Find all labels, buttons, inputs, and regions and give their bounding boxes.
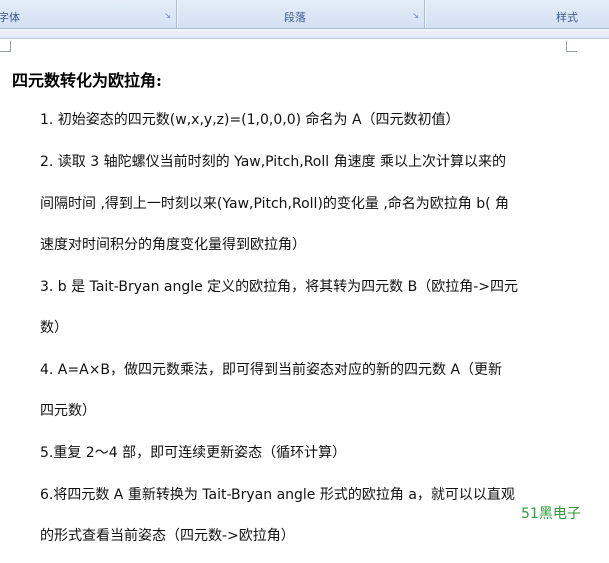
text-line: 四元数）	[40, 403, 96, 419]
right-margin-mark	[566, 41, 577, 52]
text-line: 1. 初始姿态的四元数(w,x,y,z)=(1,0,0,0) 命名为 A（四元数…	[40, 112, 460, 128]
ribbon-group-styles: 样式	[429, 0, 609, 28]
left-margin-mark	[0, 41, 11, 52]
text-line: 的形式查看当前姿态（四元数->欧拉角）	[40, 528, 295, 544]
styles-group-label: 样式	[556, 11, 578, 24]
text-line: 速度对时间积分的角度变化量得到欧拉角）	[40, 237, 306, 253]
watermark: 51黑电子	[521, 506, 581, 522]
ribbon: 字体 ↘ 段落 ↘ 样式	[0, 0, 609, 29]
ribbon-group-paragraph: 段落 ↘	[181, 0, 425, 28]
document-heading: 四元数转化为欧拉角:	[12, 71, 162, 90]
text-line: 6.将四元数 A 重新转换为 Tait-Bryan angle 形式的欧拉角 a…	[40, 487, 515, 503]
text-line: 3. b 是 Tait-Bryan angle 定义的欧拉角，将其转为四元数 B…	[40, 279, 519, 295]
text-line: 5.重复 2～4 部，即可连续更新姿态（循环计算）	[40, 445, 347, 461]
paragraph-group-label: 段落	[284, 11, 306, 24]
text-line: 数）	[40, 320, 68, 336]
document-page[interactable]: 四元数转化为欧拉角: 1. 初始姿态的四元数(w,x,y,z)=(1,0,0,0…	[0, 39, 609, 563]
text-line: 间隔时间 ,得到上一时刻以来(Yaw,Pitch,Roll)的变化量 ,命名为欧…	[40, 196, 510, 212]
dialog-launcher-icon[interactable]: ↘	[411, 12, 420, 20]
horizontal-ruler[interactable]	[0, 29, 609, 39]
text-line: 2. 读取 3 轴陀螺仪当前时刻的 Yaw,Pitch,Roll 角速度 乘以上…	[40, 154, 507, 170]
text-line: 4. A=A×B，做四元数乘法，即可得到当前姿态对应的新的四元数 A（更新	[40, 362, 503, 378]
font-group-label: 字体	[0, 11, 20, 24]
ribbon-group-font: 字体 ↘	[0, 0, 177, 28]
dialog-launcher-icon[interactable]: ↘	[163, 12, 172, 20]
